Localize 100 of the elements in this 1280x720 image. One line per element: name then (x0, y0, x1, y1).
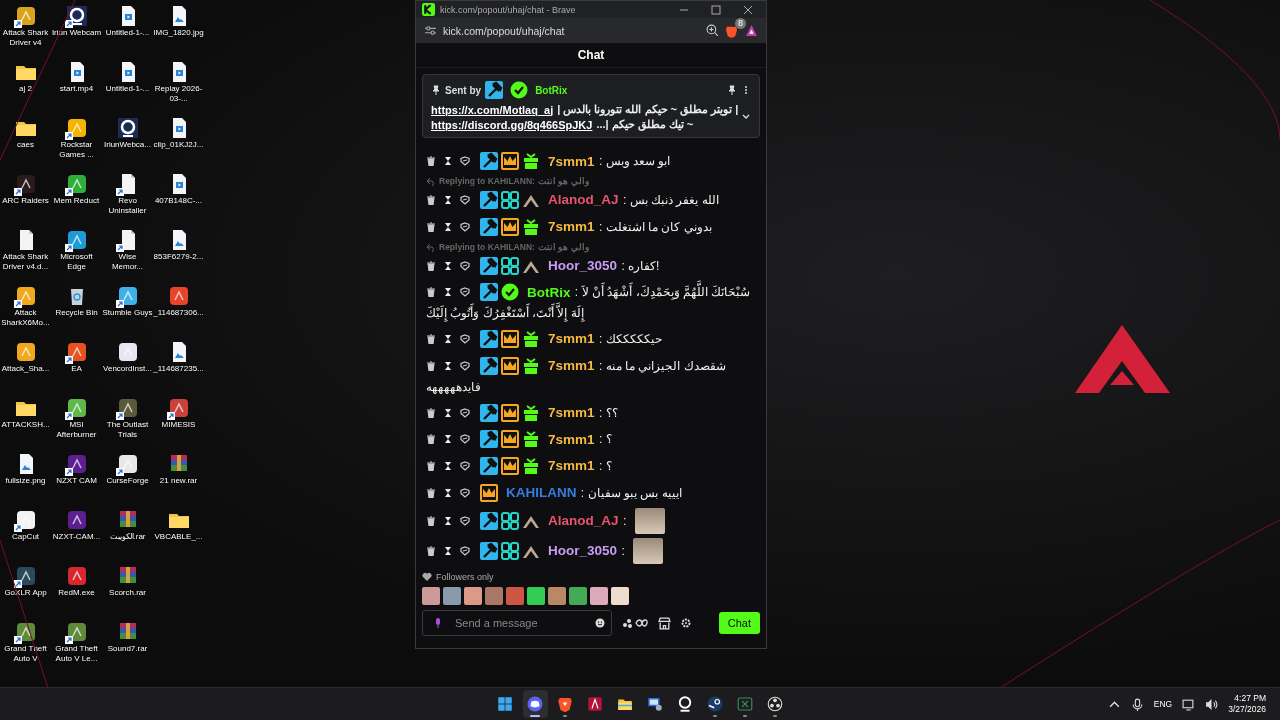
lion-shield-icon[interactable] (725, 24, 738, 38)
desktop-icon-label[interactable]: Replay 2026-03-... (153, 84, 204, 104)
address-bar[interactable]: kick.com/popout/uhaj/chat (443, 24, 700, 37)
desktop-icon-label[interactable]: aj 2 (0, 84, 51, 94)
desktop-icon-label[interactable]: Recycle Bin (51, 308, 102, 318)
desktop-icon-label[interactable]: MSI Afterburner (51, 420, 102, 440)
desktop-icon-label[interactable]: Wise Memor... (102, 252, 153, 272)
hourglass-icon[interactable] (443, 287, 453, 298)
hourglass-icon[interactable] (443, 360, 453, 371)
maximize-icon[interactable] (710, 3, 722, 16)
hourglass-icon[interactable] (443, 195, 453, 206)
desktop-icon-label[interactable]: EA (51, 364, 102, 374)
language-indicator[interactable]: ENG (1153, 699, 1173, 709)
desktop-icon-label[interactable]: Grand Theft Auto V (0, 644, 51, 664)
desktop-icon-label[interactable]: start.mp4 (51, 84, 102, 94)
shield-icon[interactable] (460, 260, 470, 271)
clock-date[interactable]: 3/27/2026 (1228, 704, 1266, 715)
desktop-icon-label[interactable]: Stumble Guys (102, 308, 153, 318)
desktop-icon-label[interactable]: Revo Uninstaller (102, 196, 153, 216)
microphone-icon[interactable] (1130, 697, 1144, 711)
volume-icon[interactable] (1205, 697, 1219, 711)
trash-icon[interactable] (426, 156, 436, 167)
chat-username[interactable]: BotRix (526, 284, 571, 300)
shield-icon[interactable] (460, 461, 470, 472)
hourglass-icon[interactable] (443, 156, 453, 167)
desktop-icon-label[interactable]: Attack_Sha... (0, 364, 51, 374)
desktop-icon-label[interactable]: Attack Shark Driver v4.d... (0, 252, 51, 272)
network-icon[interactable] (1182, 697, 1196, 711)
chat-username[interactable]: Alanod_AJ (547, 192, 619, 208)
desktop-icon-label[interactable]: Sound7.rar (102, 644, 153, 654)
desktop-icon-label[interactable]: Microsoft Edge (51, 252, 102, 272)
clock-time[interactable]: 4:27 PM (1234, 693, 1266, 704)
store-icon[interactable] (658, 616, 671, 630)
desktop-icon-label[interactable]: RedM.exe (51, 588, 102, 598)
trash-icon[interactable] (426, 434, 436, 445)
trash-icon[interactable] (426, 488, 436, 498)
desktop-icon-label[interactable]: Rockstar Games ... (51, 140, 102, 160)
emoji-icon[interactable] (595, 618, 605, 628)
message-input[interactable]: Send a message (453, 616, 585, 630)
chat-username[interactable]: 7smm1 (547, 218, 595, 234)
desktop-icon-label[interactable]: 21 new.rar (153, 476, 204, 486)
hourglass-icon[interactable] (443, 334, 453, 345)
hourglass-icon[interactable] (443, 221, 453, 232)
chat-username[interactable]: 7smm1 (547, 357, 595, 373)
chat-username[interactable]: 7smm1 (547, 431, 595, 447)
desktop-icon-label[interactable]: NZXT CAM (51, 476, 102, 486)
trash-icon[interactable] (426, 516, 436, 526)
desktop-icon-label[interactable]: _114687235... (153, 364, 204, 374)
desktop-icon-label[interactable]: ARC Raiders (0, 196, 51, 206)
desktop-icon-label[interactable]: الكويبت.rar (102, 532, 153, 542)
pinned-link[interactable]: https://x.com/Motlaq_aj (431, 103, 554, 116)
desktop-icon-label[interactable]: IMG_1820.jpg (153, 28, 204, 38)
desktop-icon-label[interactable]: Attack Shark Driver v4 (0, 28, 51, 48)
shield-icon[interactable] (460, 221, 470, 232)
chat-username[interactable]: 7smm1 (547, 404, 595, 420)
shield-icon[interactable] (460, 488, 470, 498)
shield-icon[interactable] (460, 156, 470, 167)
desktop-icon-label[interactable]: Attack SharkX6Mo... (0, 308, 51, 328)
desktop-icon-label[interactable]: NZXT-CAM... (51, 532, 102, 542)
desktop-icon-label[interactable]: Mem Reduct (51, 196, 102, 206)
desktop-icon-label[interactable]: clip_01KJ2J... (153, 140, 204, 150)
desktop-icon-label[interactable]: Scorch.rar (102, 588, 153, 598)
chat-username[interactable]: KAHILANN (505, 485, 577, 500)
hourglass-icon[interactable] (443, 546, 453, 556)
desktop-icon-label[interactable]: CapCut (0, 532, 51, 542)
desktop-icon-label[interactable]: VBCABLE_... (153, 532, 204, 542)
chat-username[interactable]: 7smm1 (547, 331, 595, 347)
desktop-icon-label[interactable]: Grand Theft Auto V Le... (51, 644, 102, 664)
chat-username[interactable]: Hoor_3050 (547, 257, 617, 273)
trash-icon[interactable] (426, 221, 436, 232)
desktop-icon-label[interactable]: ATTACKSH... (0, 420, 51, 430)
trash-icon[interactable] (426, 546, 436, 556)
shield-icon[interactable] (460, 334, 470, 345)
chat-username[interactable]: Hoor_3050 (547, 543, 617, 558)
triangle-icon[interactable] (745, 24, 758, 37)
dots-infinity-icon[interactable] (622, 617, 648, 629)
shield-icon[interactable] (460, 407, 470, 418)
shield-icon[interactable] (460, 195, 470, 206)
shield-icon[interactable] (460, 287, 470, 298)
desktop-icon-label[interactable]: IriunWebca... (102, 140, 153, 150)
desktop-icon-label[interactable]: Untitled-1-... (102, 28, 153, 38)
shield-icon[interactable] (460, 360, 470, 371)
shield-icon[interactable] (460, 434, 470, 445)
desktop-icon-label[interactable]: Iriun Webcam (51, 28, 102, 38)
desktop-icon-label[interactable]: MIMESIS (153, 420, 204, 430)
desktop-icon-label[interactable]: caes (0, 140, 51, 150)
pinned-username[interactable]: BotRix (535, 84, 568, 96)
trash-icon[interactable] (426, 334, 436, 345)
trash-icon[interactable] (426, 287, 436, 298)
pinned-link[interactable]: https://discord.gg/8q466SpJKJ (431, 118, 593, 131)
desktop-icon-label[interactable]: 407B148C-... (153, 196, 204, 206)
hourglass-icon[interactable] (443, 516, 453, 526)
chat-send-button[interactable]: Chat (718, 612, 760, 634)
zoom-in-icon[interactable] (706, 24, 719, 37)
trash-icon[interactable] (426, 260, 436, 271)
hourglass-icon[interactable] (443, 434, 453, 445)
close-icon[interactable] (742, 3, 754, 16)
taskbar-app[interactable] (522, 690, 548, 718)
hourglass-icon[interactable] (443, 407, 453, 418)
desktop-icon-label[interactable]: 853F6279-2... (153, 252, 204, 262)
